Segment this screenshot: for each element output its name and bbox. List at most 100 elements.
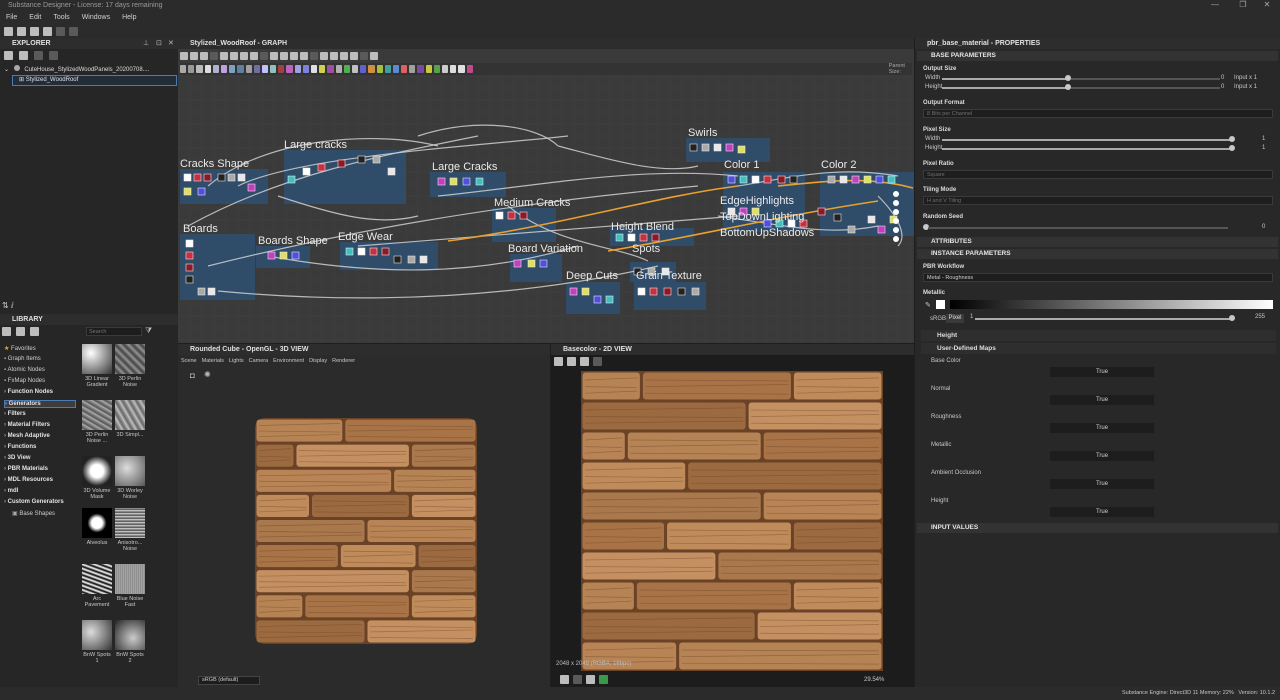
tile-icon[interactable] <box>599 675 608 684</box>
library-tree-item[interactable]: › Functions <box>4 444 36 450</box>
random-seed-value[interactable]: 0 <box>1262 224 1265 230</box>
graph-node[interactable] <box>689 143 698 152</box>
atomic-node-icon[interactable] <box>450 65 457 73</box>
view3d-menu-item[interactable]: Scene <box>181 358 197 364</box>
graph-node[interactable] <box>739 175 748 184</box>
atomic-node-icon[interactable] <box>212 65 219 73</box>
graph-node[interactable] <box>851 175 860 184</box>
metallic-slider[interactable] <box>975 318 1233 320</box>
graph-tool-icon[interactable] <box>230 52 238 60</box>
graph-node[interactable] <box>847 225 856 234</box>
graph-node[interactable] <box>827 175 836 184</box>
library-item[interactable]: 3D Worley Noise <box>114 456 146 500</box>
output-width-track[interactable] <box>1068 78 1220 80</box>
library-tree-item[interactable]: ▪ Graph Items <box>4 356 41 362</box>
maximize-button[interactable]: ❐ <box>1230 0 1256 12</box>
atomic-node-icon[interactable] <box>180 65 187 73</box>
add-icon[interactable] <box>2 327 11 336</box>
atomic-node-icon[interactable] <box>343 65 350 73</box>
graph-node[interactable] <box>185 275 194 284</box>
graph-node[interactable] <box>863 175 872 184</box>
pixel-height-knob[interactable] <box>1229 145 1235 151</box>
float-icon[interactable]: ⊡ <box>156 39 162 47</box>
graph-node[interactable] <box>381 247 390 256</box>
new-package-icon[interactable] <box>4 26 13 36</box>
library-item[interactable]: 3D Perlin Noise <box>114 344 146 388</box>
instance-parameters-header[interactable]: INSTANCE PARAMETERS <box>917 249 1278 259</box>
graph-node[interactable] <box>291 251 300 260</box>
graph-node[interactable] <box>317 163 326 172</box>
graph-node[interactable] <box>183 187 192 196</box>
output-node[interactable] <box>893 209 899 215</box>
graph-node[interactable] <box>651 233 660 242</box>
user-defined-maps-group[interactable]: User-Defined Maps <box>921 343 1276 354</box>
menu-help[interactable]: Help <box>122 12 136 24</box>
metallic-gradient[interactable] <box>950 300 1273 309</box>
atomic-node-icon[interactable] <box>220 65 228 73</box>
graph-tool-icon[interactable] <box>180 52 188 60</box>
graph-node[interactable] <box>247 183 256 192</box>
graph-node[interactable] <box>203 173 212 182</box>
atomic-node-icon[interactable] <box>319 65 326 73</box>
library-tree-item[interactable]: › MDL Resources <box>4 477 53 483</box>
graph-node[interactable] <box>495 211 504 220</box>
library-tree-item[interactable]: › Mesh Adaptive <box>4 433 50 439</box>
graph-node[interactable] <box>581 287 590 296</box>
minimize-button[interactable]: — <box>1202 0 1228 12</box>
graph-tool-icon[interactable] <box>200 52 208 60</box>
graph-node[interactable] <box>419 255 428 264</box>
map-toggle[interactable]: True <box>1050 423 1154 433</box>
tiling-mode-select[interactable]: H and V Tiling <box>923 196 1273 205</box>
camera-icon[interactable]: ◘ <box>190 371 195 380</box>
folder-icon[interactable] <box>16 327 25 336</box>
output-node[interactable] <box>893 236 899 242</box>
colorspace-select[interactable]: sRGB (default) <box>198 676 260 685</box>
srgb-toggle[interactable]: sRGB <box>930 316 946 322</box>
map-toggle[interactable]: True <box>1050 451 1154 461</box>
atomic-node-icon[interactable] <box>278 65 285 73</box>
graph-node[interactable] <box>475 177 484 186</box>
atomic-node-icon[interactable] <box>351 65 359 73</box>
graph-node[interactable] <box>217 173 226 182</box>
graph-node[interactable] <box>193 173 202 182</box>
map-toggle[interactable]: True <box>1050 395 1154 405</box>
height-group[interactable]: Height <box>921 330 1276 341</box>
menu-windows[interactable]: Windows <box>82 12 110 24</box>
output-height-value[interactable]: 0 <box>1221 84 1224 90</box>
map-toggle[interactable]: True <box>1050 507 1154 517</box>
graph-frame[interactable] <box>284 150 406 204</box>
graph-node[interactable] <box>437 177 446 186</box>
graph-node[interactable] <box>197 287 206 296</box>
close-icon[interactable]: ✕ <box>168 39 174 47</box>
library-item[interactable]: 3D Volume Mask <box>81 456 113 500</box>
view3d-menu-item[interactable]: Display <box>309 358 327 364</box>
graph-tool-icon[interactable] <box>240 52 248 60</box>
graph-tool-icon[interactable] <box>340 52 348 60</box>
settings-icon[interactable] <box>49 51 58 60</box>
graph-tool-icon[interactable] <box>280 52 288 60</box>
library-item[interactable]: Anisotro... Noise <box>114 508 146 552</box>
graph-node[interactable] <box>737 145 746 154</box>
undo-icon[interactable] <box>56 26 65 36</box>
atomic-node-icon[interactable] <box>294 65 301 73</box>
library-tree-item[interactable]: › Custom Generators <box>4 499 64 505</box>
graph-node[interactable] <box>227 173 236 182</box>
graph-node[interactable] <box>817 207 826 216</box>
graph-frame[interactable] <box>510 254 562 282</box>
atomic-node-icon[interactable] <box>204 65 211 73</box>
library-tree-item[interactable]: › Function Nodes <box>4 389 53 395</box>
graph-node[interactable] <box>369 247 378 256</box>
view3d-menu-item[interactable]: Environment <box>273 358 304 364</box>
graph-node[interactable] <box>763 175 772 184</box>
save-all-icon[interactable] <box>43 26 52 36</box>
map-toggle[interactable]: True <box>1050 479 1154 489</box>
library-tree-item[interactable]: › mdl <box>4 488 18 494</box>
graph-node[interactable] <box>393 255 402 264</box>
library-search-input[interactable] <box>86 327 142 336</box>
graph-node[interactable] <box>637 287 646 296</box>
library-tree-item[interactable]: › Generators <box>4 400 76 408</box>
atomic-node-icon[interactable] <box>433 65 440 73</box>
eyedropper-icon[interactable]: ✎ <box>925 301 931 309</box>
graph-node[interactable] <box>387 167 396 176</box>
output-node[interactable] <box>893 227 899 233</box>
